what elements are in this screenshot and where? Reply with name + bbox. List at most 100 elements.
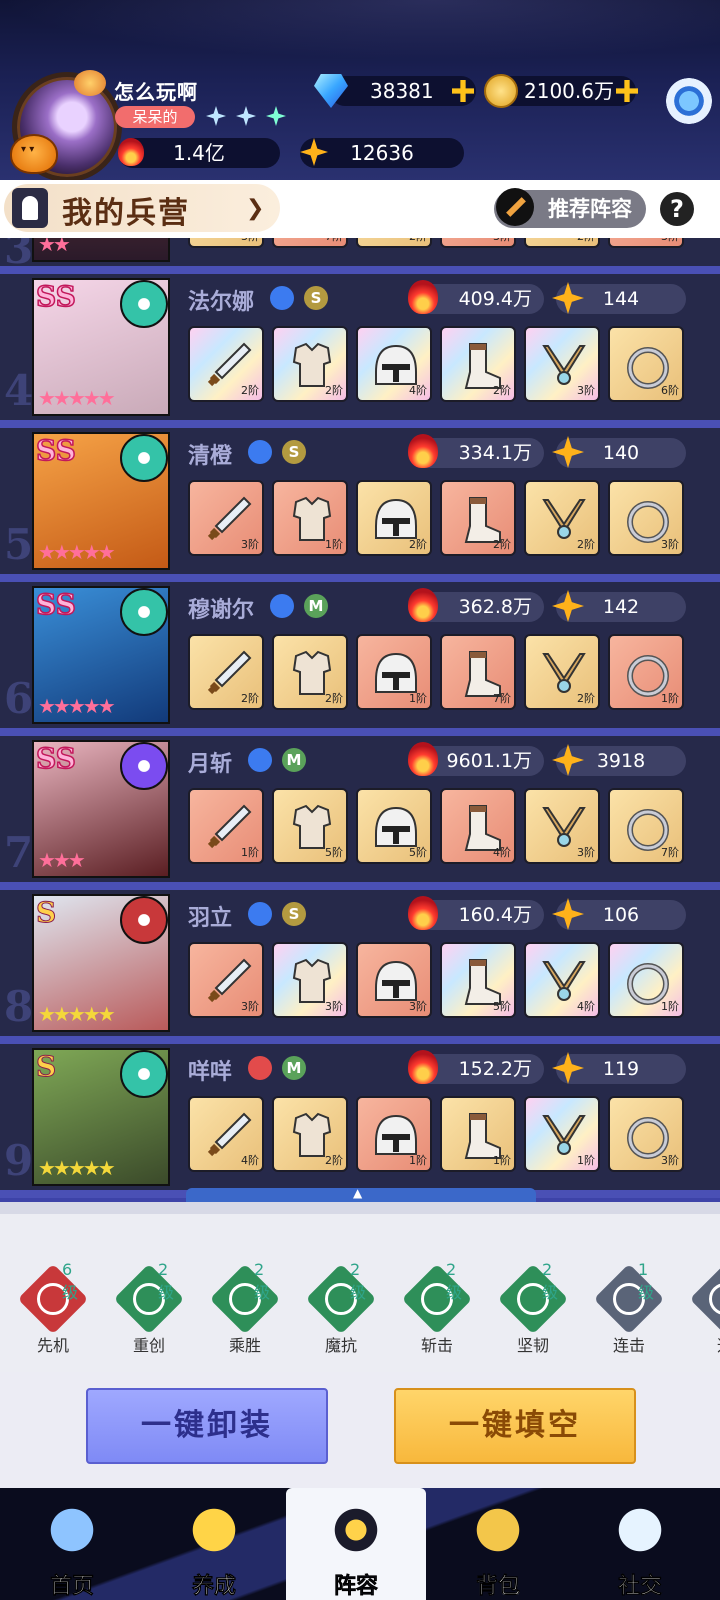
equip-slot[interactable]: 3阶 [188, 238, 264, 248]
equip-tier-label: 1阶 [325, 538, 343, 551]
equip-slot[interactable]: 2阶 [188, 326, 264, 402]
gold-coin-icon [484, 74, 518, 108]
settings-gear-icon[interactable] [666, 78, 712, 124]
skill-item[interactable]: 6级 先机 [17, 1260, 89, 1355]
equip-slot[interactable]: 2阶 [188, 634, 264, 710]
home-icon [38, 1498, 106, 1562]
hero-portrait[interactable]: ★★ [32, 238, 170, 262]
equip-slot[interactable]: 3阶 [188, 942, 264, 1018]
equip-slot[interactable]: 3阶 [272, 942, 348, 1018]
equip-tier-label: 2阶 [577, 238, 595, 244]
hero-row[interactable]: 9 S ★★★★★ 咩咩 M 152.2万 119 4阶 2阶 1阶 1阶 1阶 3阶 [0, 1044, 720, 1190]
equip-slot[interactable]: 5阶 [356, 788, 432, 864]
skill-item[interactable]: 1级 连击 [593, 1260, 665, 1355]
equip-slot[interactable]: 2阶 [524, 634, 600, 710]
equip-slot[interactable]: 3阶 [524, 788, 600, 864]
star-rating: ★★★★★ [38, 386, 116, 410]
diamond-value: 38381 [370, 79, 434, 103]
hero-row-partial[interactable]: 3★★3阶7阶2阶3阶2阶3阶 [0, 238, 720, 273]
equip-slot[interactable]: 4阶 [524, 942, 600, 1018]
skill-item[interactable]: 迅 [689, 1263, 720, 1355]
equip-slot[interactable]: 2阶 [356, 238, 432, 248]
skill-name: 乘胜 [228, 1336, 261, 1355]
equip-slot[interactable]: 3阶 [356, 942, 432, 1018]
equip-slot[interactable]: 3阶 [440, 238, 516, 248]
equip-slot[interactable]: 3阶 [608, 1096, 684, 1172]
hero-list[interactable]: 3★★3阶7阶2阶3阶2阶3阶4SS★★★★★法尔娜S409.4万1442阶2阶… [0, 238, 720, 1202]
skill-level: 2级 [158, 1260, 175, 1302]
hero-portrait[interactable]: SS ★★★★★ [32, 586, 170, 724]
equip-slot[interactable]: 1阶 [356, 1096, 432, 1172]
hero-portrait[interactable]: SS ★★★ [32, 740, 170, 878]
equip-slot[interactable]: 1阶 [608, 942, 684, 1018]
equip-slot[interactable]: 1阶 [524, 1096, 600, 1172]
equip-slot[interactable]: 3阶 [524, 326, 600, 402]
equip-slot[interactable]: 7阶 [608, 788, 684, 864]
class-icon [248, 748, 272, 772]
hero-portrait[interactable]: SS ★★★★★ [32, 278, 170, 416]
hero-row[interactable]: 5 SS ★★★★★ 清橙 S 334.1万 140 3阶 1阶 2阶 2阶 2阶 3阶 [0, 428, 720, 574]
equip-slot[interactable]: 1阶 [188, 788, 264, 864]
rank-badge: SS [35, 434, 76, 468]
equip-slot[interactable]: 3阶 [188, 480, 264, 556]
equip-tier-label: 7阶 [325, 238, 343, 244]
equip-tier-label: 3阶 [577, 384, 595, 397]
equip-slot[interactable]: 3阶 [608, 238, 684, 248]
equip-slot[interactable]: 2阶 [440, 480, 516, 556]
grade-badge: S [282, 440, 306, 464]
star-rating: ★★★★★ [38, 1002, 116, 1026]
equip-slot[interactable]: 1阶 [608, 634, 684, 710]
equip-slot[interactable]: 2阶 [272, 1096, 348, 1172]
equip-slot[interactable]: 4阶 [188, 1096, 264, 1172]
unequip-all-button[interactable]: 一键卸装 [86, 1388, 328, 1464]
hero-portrait[interactable]: S ★★★★★ [32, 894, 170, 1032]
equip-slot[interactable]: 2阶 [272, 326, 348, 402]
element-icon [120, 742, 168, 790]
equip-tier-label: 1阶 [661, 692, 679, 705]
skill-item[interactable]: 2级 斩击 [401, 1260, 473, 1355]
equip-slot[interactable]: 4阶 [440, 788, 516, 864]
gold-value: 2100.6万 [524, 79, 614, 103]
nav-item[interactable]: 社交 [570, 1488, 710, 1600]
skill-item[interactable]: 2级 乘胜 [209, 1260, 281, 1355]
collapse-panel-handle[interactable] [186, 1186, 536, 1202]
skill-name: 坚韧 [516, 1336, 549, 1355]
equip-slot[interactable]: 7阶 [440, 634, 516, 710]
equip-tier-label: 2阶 [325, 384, 343, 397]
element-icon [120, 588, 168, 636]
hero-portrait[interactable]: S ★★★★★ [32, 1048, 170, 1186]
hero-row[interactable]: 8 S ★★★★★ 羽立 S 160.4万 106 3阶 3阶 3阶 5阶 4阶 1阶 [0, 890, 720, 1036]
equip-slot[interactable]: 2阶 [524, 480, 600, 556]
equip-slot[interactable]: 2阶 [524, 238, 600, 248]
equip-slot[interactable]: 1阶 [356, 634, 432, 710]
equip-slot[interactable]: 2阶 [272, 634, 348, 710]
equip-slot[interactable]: 4阶 [356, 326, 432, 402]
skill-item[interactable]: 2级 魔抗 [305, 1260, 377, 1355]
skill-name: 先机 [36, 1336, 69, 1355]
equip-slot[interactable]: 6阶 [608, 326, 684, 402]
nav-item[interactable]: 背包 [428, 1488, 568, 1600]
player-name: 怎么玩啊 [114, 80, 198, 104]
hero-name: 羽立 [188, 905, 233, 931]
equip-slot[interactable]: 3阶 [608, 480, 684, 556]
equip-slot[interactable]: 5阶 [272, 788, 348, 864]
nav-item[interactable]: 养成 [144, 1488, 284, 1600]
nav-item[interactable]: 首页 [2, 1488, 142, 1600]
hero-portrait[interactable]: SS ★★★★★ [32, 432, 170, 570]
skill-item[interactable]: 2级 坚韧 [497, 1260, 569, 1355]
hero-row[interactable]: 7 SS ★★★ 月斩 M 9601.1万 3918 1阶 5阶 5阶 4阶 3阶 7阶 [0, 736, 720, 882]
nav-item[interactable]: 阵容 [286, 1488, 426, 1600]
help-button[interactable]: ? [660, 192, 694, 226]
equip-slot[interactable]: 2阶 [356, 480, 432, 556]
auto-fill-button[interactable]: 一键填空 [394, 1388, 636, 1464]
skill-item[interactable]: 2级重创 [113, 1260, 185, 1355]
equip-slot[interactable]: 7阶 [272, 238, 348, 248]
hero-row[interactable]: 4 SS ★★★★★ 法尔娜 S 409.4万 144 2阶 2阶 4阶 2阶 3阶 6阶 [0, 274, 720, 420]
equip-slot[interactable]: 2阶 [440, 326, 516, 402]
equip-tier-label: 3阶 [241, 538, 259, 551]
equip-slot[interactable]: 1阶 [440, 1096, 516, 1172]
skill-name: 重创 [132, 1336, 165, 1355]
equip-slot[interactable]: 5阶 [440, 942, 516, 1018]
equip-slot[interactable]: 1阶 [272, 480, 348, 556]
hero-row[interactable]: 6 SS ★★★★★ 穆谢尔 M 362.8万 142 2阶 2阶 1阶 7阶 2阶 1阶 [0, 582, 720, 728]
